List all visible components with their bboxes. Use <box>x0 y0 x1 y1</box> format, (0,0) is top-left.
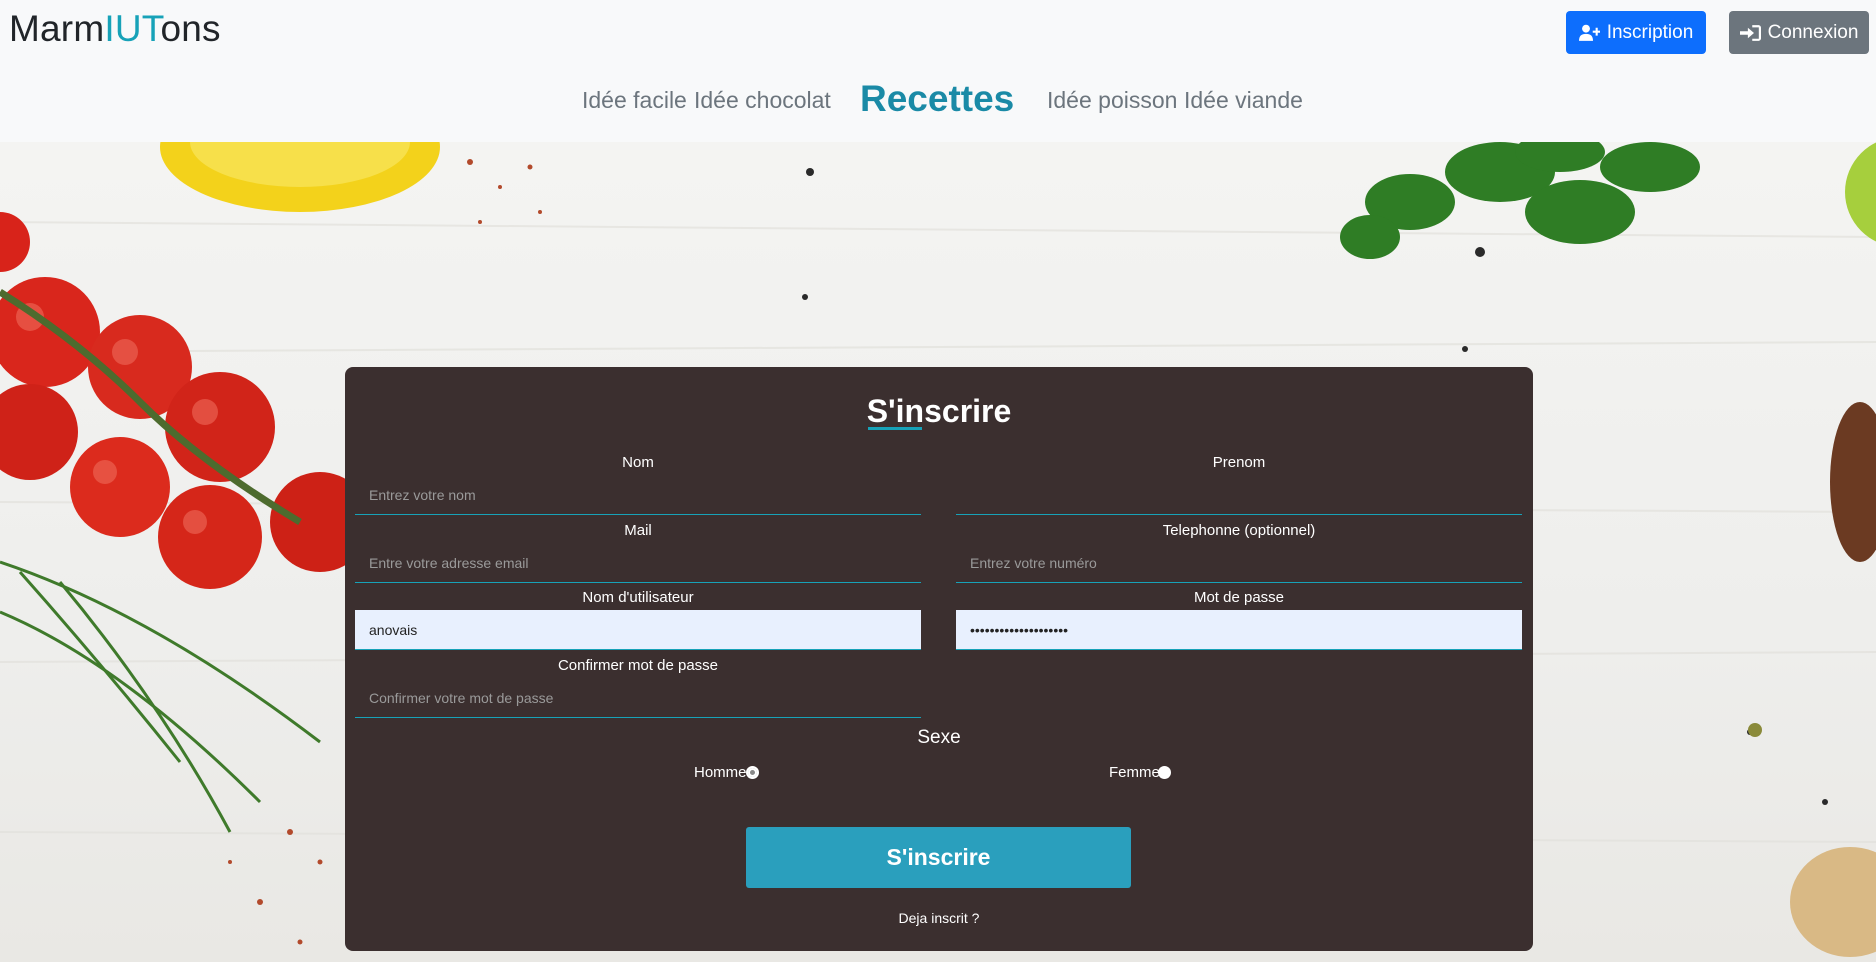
nav-idee-poisson[interactable]: Idée poisson <box>1047 87 1177 114</box>
user-plus-icon <box>1578 24 1600 41</box>
password-label: Mot de passe <box>1193 589 1285 606</box>
username-input[interactable] <box>355 610 921 650</box>
site-logo[interactable]: MarmIUTons <box>9 8 221 50</box>
inscription-button[interactable]: Inscription <box>1566 11 1706 54</box>
deja-inscrit-link[interactable]: Deja inscrit ? <box>345 910 1533 926</box>
nav-recettes[interactable]: Recettes <box>860 78 1014 120</box>
mail-input[interactable] <box>355 543 921 583</box>
connexion-button[interactable]: Connexion <box>1729 11 1869 54</box>
username-label: Nom d'utilisateur <box>582 589 694 606</box>
nom-label: Nom <box>622 454 654 471</box>
submit-button[interactable]: S'inscrire <box>746 827 1131 888</box>
nav-idee-facile[interactable]: Idée facile <box>582 87 687 114</box>
header: MarmIUTons Inscription Connexion Idée fa… <box>0 0 1876 142</box>
logo-accent: IUT <box>104 8 161 49</box>
prenom-label: Prenom <box>1212 454 1266 471</box>
nav-idee-viande[interactable]: Idée viande <box>1184 87 1303 114</box>
mail-label: Mail <box>624 522 652 539</box>
title-underline <box>868 427 922 430</box>
femme-radio[interactable] <box>1158 766 1171 779</box>
homme-label: Homme <box>694 764 747 781</box>
femme-label: Femme <box>1109 764 1160 781</box>
nom-input[interactable] <box>355 475 921 515</box>
connexion-label: Connexion <box>1767 21 1859 43</box>
homme-radio[interactable] <box>746 766 759 779</box>
sign-in-icon <box>1739 24 1761 41</box>
logo-part2: ons <box>160 8 221 49</box>
sexe-label: Sexe <box>917 727 961 748</box>
form-title: S'inscrire <box>866 393 1012 429</box>
logo-part1: Marm <box>9 8 105 49</box>
inscription-label: Inscription <box>1606 21 1694 43</box>
prenom-input[interactable] <box>956 475 1522 515</box>
registration-form: S'inscrire Nom Prenom Mail Telephonne (o… <box>345 367 1533 951</box>
telephone-label: Telephonne (optionnel) <box>1162 522 1316 539</box>
nav-idee-chocolat[interactable]: Idée chocolat <box>694 87 831 114</box>
password-input[interactable] <box>956 610 1522 650</box>
main-nav: Idée facile Idée chocolat Recettes Idée … <box>0 78 1876 124</box>
telephone-input[interactable] <box>956 543 1522 583</box>
confirm-password-label: Confirmer mot de passe <box>557 657 719 674</box>
confirm-password-input[interactable] <box>355 678 921 718</box>
